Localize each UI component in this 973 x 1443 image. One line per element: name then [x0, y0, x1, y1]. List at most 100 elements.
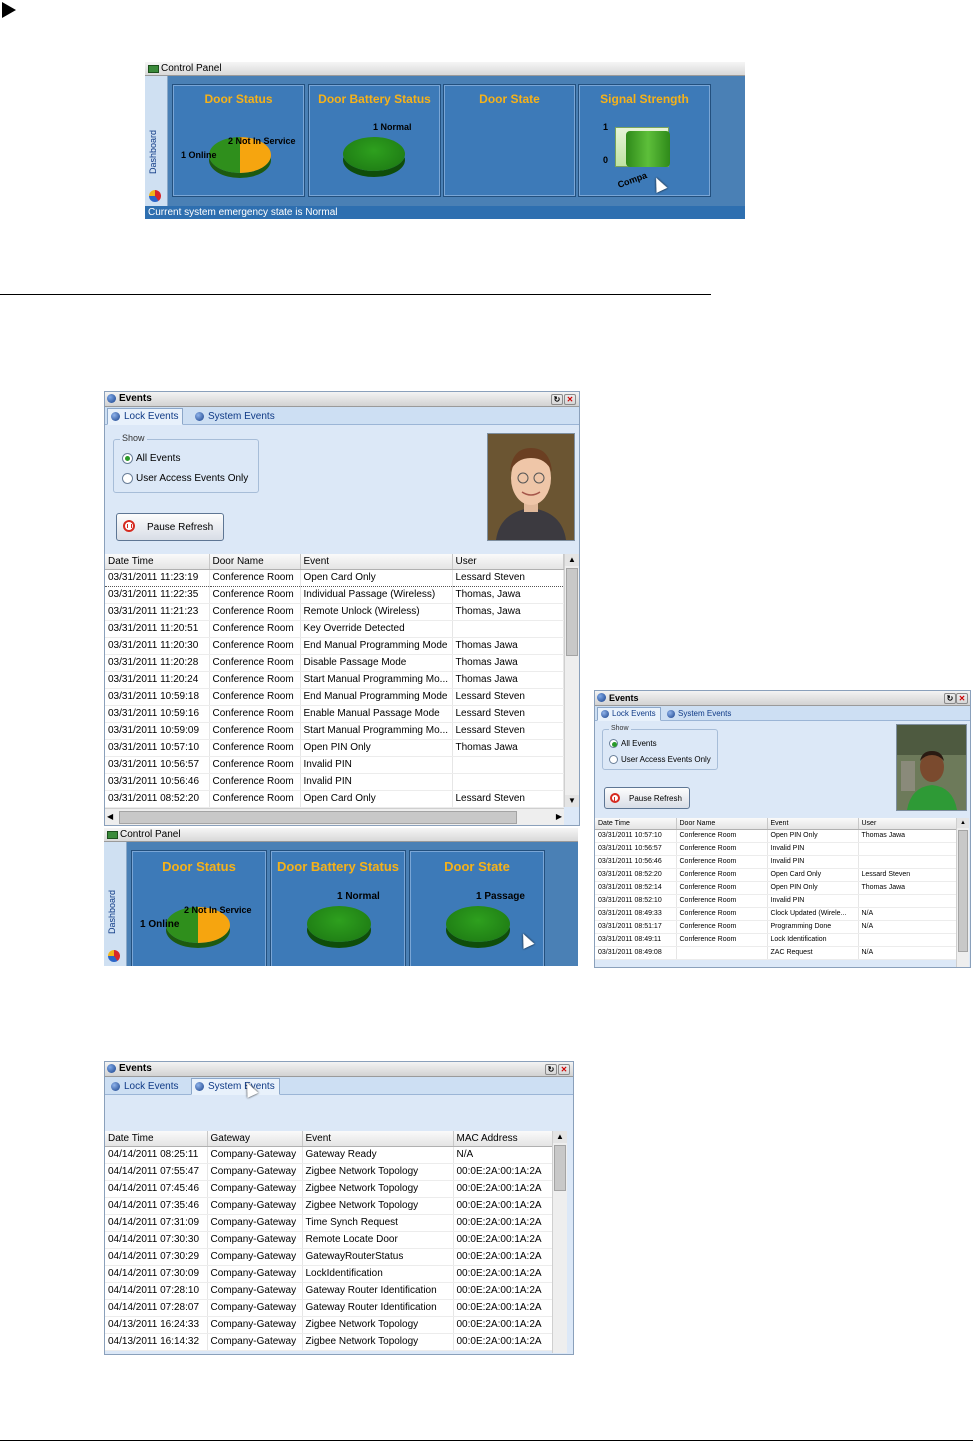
- close-icon[interactable]: ✕: [956, 693, 968, 704]
- tab-lock-events[interactable]: Lock Events: [107, 408, 184, 425]
- table-row[interactable]: 04/14/2011 07:31:09 Company-Gateway Time S…: [105, 1214, 553, 1232]
- table-row[interactable]: 04/14/2011 07:30:30 Company-Gateway Remote…: [105, 1231, 553, 1249]
- table-row[interactable]: 03/31/2011 08:49:33 Conference Room Clock …: [595, 907, 957, 921]
- tile-door-state[interactable]: Door State: [443, 84, 576, 197]
- table-cell: Lessard Steven: [452, 722, 564, 740]
- table-row[interactable]: 04/14/2011 08:25:11 Company-Gateway Gatewa…: [105, 1146, 553, 1164]
- table-row[interactable]: 03/31/2011 10:56:46 Conference Room Invali…: [105, 773, 564, 791]
- tab-system-events[interactable]: System Events: [191, 408, 280, 425]
- vertical-scrollbar[interactable]: ▲: [956, 818, 969, 967]
- table-row[interactable]: 04/14/2011 07:55:47 Company-Gateway Zigbee…: [105, 1163, 553, 1181]
- pause-refresh-button[interactable]: Pause Refresh: [116, 513, 224, 541]
- table-row[interactable]: 03/31/2011 08:52:14 Conference Room Open P…: [595, 881, 957, 895]
- table-row[interactable]: 04/14/2011 07:30:29 Company-Gateway Gatewa…: [105, 1248, 553, 1266]
- globe-icon: [601, 710, 609, 718]
- table-row[interactable]: 03/31/2011 10:59:18 Conference Room End Ma…: [105, 688, 564, 706]
- table-row[interactable]: 03/31/2011 10:59:16 Conference Room Enable…: [105, 705, 564, 723]
- dashboard-side-tab[interactable]: Dashboard: [104, 842, 127, 966]
- col-door-name[interactable]: Door Name: [676, 818, 768, 830]
- signal-x-label: Compa: [616, 170, 649, 190]
- table-row[interactable]: 03/31/2011 10:57:10 Conference Room Open P…: [105, 739, 564, 757]
- tile-door-status[interactable]: Door Status 2 Not In Service 1 Online: [172, 84, 305, 197]
- col-date-time[interactable]: Date Time: [105, 1131, 208, 1147]
- col-event[interactable]: Event: [302, 1131, 454, 1147]
- scroll-left-icon[interactable]: ◀: [107, 812, 113, 821]
- tab-system-events[interactable]: System Events: [663, 707, 736, 721]
- table-row[interactable]: 03/31/2011 11:20:28 Conference Room Disabl…: [105, 654, 564, 672]
- tile-door-battery-status[interactable]: Door Battery Status 1 Normal: [270, 850, 406, 966]
- radio-user-access-events[interactable]: User Access Events Only: [609, 755, 711, 764]
- scroll-right-icon[interactable]: ▶: [556, 812, 562, 821]
- table-cell: Gateway Router Identification: [302, 1282, 454, 1300]
- refresh-window-icon[interactable]: ↻: [944, 693, 956, 704]
- col-event[interactable]: Event: [767, 818, 859, 830]
- table-row[interactable]: 03/31/2011 11:22:35 Conference Room Indivi…: [105, 586, 564, 604]
- scroll-up-icon[interactable]: ▲: [565, 554, 579, 566]
- table-cell: Conference Room: [209, 637, 301, 655]
- table-cell: [452, 773, 564, 791]
- vertical-scrollbar[interactable]: ▲: [552, 1131, 567, 1353]
- table-row[interactable]: 03/31/2011 10:56:57 Conference Room Invali…: [595, 842, 957, 856]
- col-user[interactable]: User: [452, 554, 564, 570]
- tile-signal-strength[interactable]: Signal Strength 1 0 Compa: [578, 84, 711, 197]
- close-icon[interactable]: ✕: [558, 1064, 570, 1075]
- hscroll-thumb[interactable]: [119, 811, 517, 824]
- refresh-window-icon[interactable]: ↻: [551, 394, 563, 405]
- table-row[interactable]: 03/31/2011 11:23:19 Conference Room Open C…: [105, 568, 564, 587]
- col-mac-address[interactable]: MAC Address: [453, 1131, 553, 1147]
- table-row[interactable]: 04/13/2011 16:24:33 Company-Gateway Zigbee…: [105, 1316, 553, 1334]
- col-gateway[interactable]: Gateway: [207, 1131, 303, 1147]
- col-user[interactable]: User: [858, 818, 957, 830]
- scroll-down-icon[interactable]: ▼: [565, 795, 579, 807]
- table-row[interactable]: 04/14/2011 07:45:46 Company-Gateway Zigbee…: [105, 1180, 553, 1198]
- scroll-thumb[interactable]: [554, 1145, 566, 1191]
- table-row[interactable]: 03/31/2011 08:52:20 Conference Room Open C…: [105, 790, 564, 808]
- tile-title: Door Status: [162, 859, 236, 874]
- col-date-time[interactable]: Date Time: [105, 554, 210, 570]
- table-row[interactable]: 03/31/2011 10:56:46 Conference Room Invali…: [595, 855, 957, 869]
- pie-label-normal: 1 Normal: [373, 122, 412, 132]
- table-row[interactable]: 03/31/2011 10:57:10 Conference Room Open P…: [595, 829, 957, 843]
- tab-lock-events[interactable]: Lock Events: [107, 1078, 183, 1095]
- scroll-up-icon[interactable]: ▲: [553, 1131, 567, 1143]
- events-titlebar: Events ↻ ✕: [105, 1062, 573, 1077]
- tab-label: Lock Events: [124, 411, 179, 422]
- table-row[interactable]: 04/14/2011 07:28:10 Company-Gateway Gatewa…: [105, 1282, 553, 1300]
- table-cell: Individual Passage (Wireless): [300, 586, 453, 604]
- radio-all-events[interactable]: All Events: [122, 453, 180, 464]
- table-row[interactable]: 03/31/2011 11:21:23 Conference Room Remote…: [105, 603, 564, 621]
- pause-refresh-button[interactable]: Pause Refresh: [604, 787, 690, 809]
- tile-door-battery-status[interactable]: Door Battery Status 1 Normal: [308, 84, 441, 197]
- table-row[interactable]: 03/31/2011 11:20:51 Conference Room Key Ov…: [105, 620, 564, 638]
- table-row[interactable]: 03/31/2011 08:49:08 ZAC Request N/A: [595, 946, 957, 960]
- close-icon[interactable]: ✕: [564, 394, 576, 405]
- table-row[interactable]: 03/31/2011 11:20:24 Conference Room Start …: [105, 671, 564, 689]
- table-row[interactable]: 03/31/2011 08:52:10 Conference Room Invali…: [595, 894, 957, 908]
- tile-door-state[interactable]: Door State 1 Passage: [409, 850, 545, 966]
- table-row[interactable]: 04/14/2011 07:28:07 Company-Gateway Gatewa…: [105, 1299, 553, 1317]
- tab-lock-events[interactable]: Lock Events: [597, 707, 661, 721]
- col-date-time[interactable]: Date Time: [595, 818, 677, 830]
- dashboard-side-tab[interactable]: Dashboard: [145, 76, 168, 206]
- scroll-thumb[interactable]: [958, 830, 968, 952]
- scroll-thumb[interactable]: [566, 568, 578, 656]
- table-row[interactable]: 03/31/2011 10:59:09 Conference Room Start …: [105, 722, 564, 740]
- col-door-name[interactable]: Door Name: [209, 554, 301, 570]
- col-event[interactable]: Event: [300, 554, 453, 570]
- table-row[interactable]: 04/13/2011 16:14:32 Company-Gateway Zigbee…: [105, 1333, 553, 1351]
- refresh-window-icon[interactable]: ↻: [545, 1064, 557, 1075]
- scroll-up-icon[interactable]: ▲: [957, 818, 969, 828]
- tile-door-status[interactable]: Door Status 2 Not In Service 1 Online: [131, 850, 267, 966]
- tab-system-events[interactable]: System Events: [191, 1078, 280, 1095]
- vertical-scrollbar[interactable]: ▲ ▼: [564, 554, 579, 807]
- table-row[interactable]: 03/31/2011 11:20:30 Conference Room End Ma…: [105, 637, 564, 655]
- table-row[interactable]: 04/14/2011 07:35:46 Company-Gateway Zigbee…: [105, 1197, 553, 1215]
- table-row[interactable]: 03/31/2011 08:49:11 Conference Room Lock I…: [595, 933, 957, 947]
- radio-all-events[interactable]: All Events: [609, 739, 657, 748]
- table-row[interactable]: 03/31/2011 10:56:57 Conference Room Invali…: [105, 756, 564, 774]
- table-row[interactable]: 03/31/2011 08:52:20 Conference Room Open C…: [595, 868, 957, 882]
- table-row[interactable]: 03/31/2011 08:51:17 Conference Room Progra…: [595, 920, 957, 934]
- radio-user-access-events[interactable]: User Access Events Only: [122, 473, 248, 484]
- table-row[interactable]: 04/14/2011 07:30:09 Company-Gateway LockId…: [105, 1265, 553, 1283]
- horizontal-scrollbar[interactable]: ◀ ▶: [105, 808, 564, 825]
